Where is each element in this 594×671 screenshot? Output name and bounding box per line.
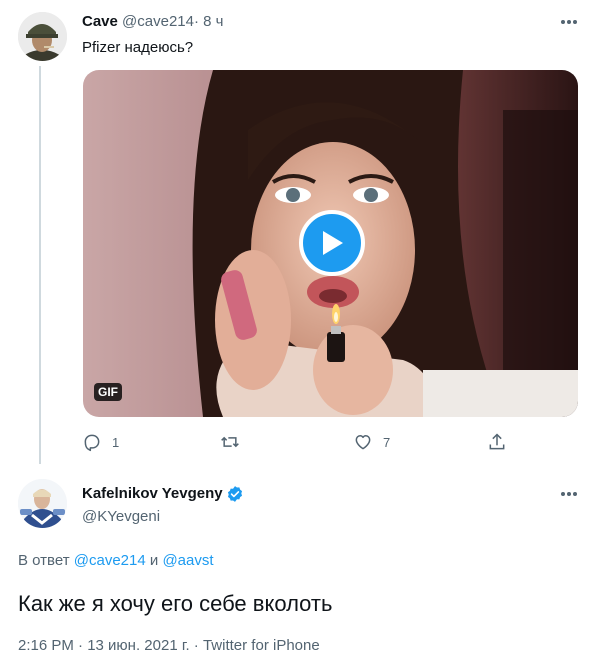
play-button[interactable] — [299, 210, 365, 276]
more-options-button[interactable] — [557, 12, 581, 32]
like-button[interactable]: 7 — [353, 428, 390, 456]
tweet-timestamp[interactable]: 2:16 PM · 13 июн. 2021 г. · — [18, 637, 203, 654]
thread-line — [39, 66, 41, 464]
tweet-meta: 2:16 PM · 13 июн. 2021 г. · Twitter for … — [18, 636, 320, 656]
tweet-source[interactable]: Twitter for iPhone — [203, 637, 320, 654]
reply-icon — [84, 434, 100, 452]
tweet-time[interactable]: 8 ч — [203, 13, 223, 30]
gif-media[interactable]: GIF — [83, 70, 578, 417]
heart-icon — [355, 435, 371, 450]
author-name-row: Kafelnikov Yevgeny — [82, 484, 244, 504]
tweet-header: Cave @cave214· 8 ч — [82, 12, 223, 32]
retweet-icon — [221, 436, 239, 448]
verified-badge-icon — [227, 486, 242, 502]
play-icon — [323, 231, 343, 255]
reply-prefix: В ответ — [18, 552, 70, 569]
reply-count: 1 — [112, 434, 120, 450]
tweet-text: Как же я хочу его себе вколоть — [18, 591, 333, 616]
share-icon — [489, 433, 505, 450]
author-name[interactable]: Cave — [82, 13, 118, 30]
reply-joiner: и — [149, 552, 159, 569]
author-handle[interactable]: @cave214 — [122, 13, 194, 30]
mention-link[interactable]: @aavst — [162, 552, 213, 569]
author-name[interactable]: Kafelnikov Yevgeny — [82, 484, 223, 504]
more-options-button[interactable] — [557, 484, 581, 504]
more-icon — [561, 492, 577, 496]
reply-button[interactable]: 1 — [82, 428, 119, 456]
replying-to: В ответ @cave214 и @aavst — [18, 551, 214, 571]
like-count: 7 — [383, 434, 391, 450]
author-handle[interactable]: @KYevgeni — [82, 507, 160, 527]
separator-dot: · — [193, 13, 199, 30]
gif-badge: GIF — [94, 383, 122, 401]
retweet-button[interactable] — [219, 428, 251, 456]
avatar[interactable] — [18, 12, 67, 61]
share-button[interactable] — [487, 428, 507, 456]
mention-link[interactable]: @cave214 — [74, 552, 146, 569]
tweet-text: Pfizer надеюсь? — [82, 39, 194, 56]
avatar[interactable] — [18, 479, 67, 528]
more-icon — [561, 20, 577, 24]
